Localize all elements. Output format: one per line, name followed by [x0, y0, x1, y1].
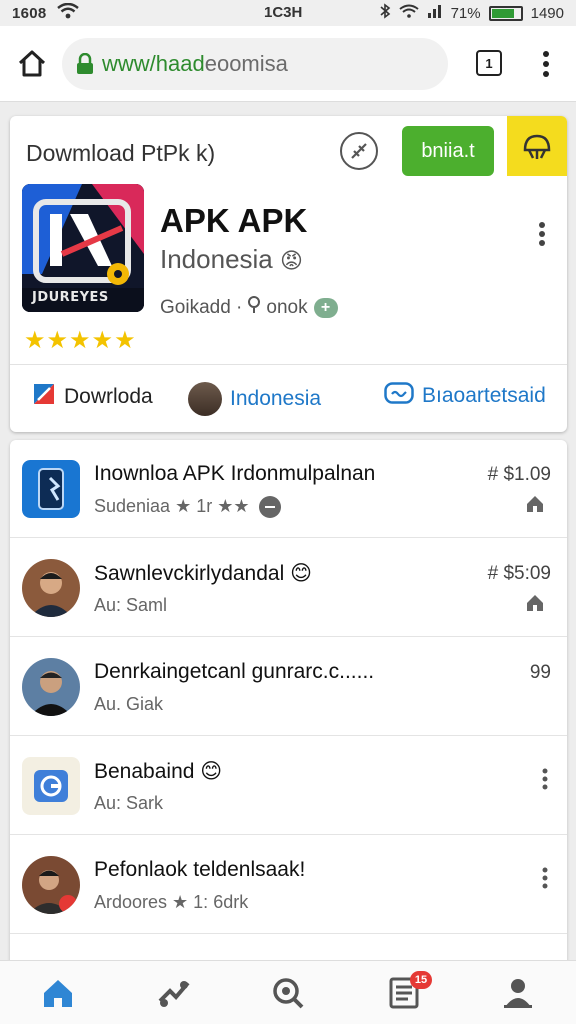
list-item[interactable]: Benabaind 😊 Au: Sark	[10, 737, 567, 835]
list-item-title: Pefonlaok teldenlsaak!	[94, 858, 306, 881]
cell-signal-icon	[427, 4, 443, 22]
message-icon	[384, 382, 414, 410]
url-path: eoomisa	[204, 51, 288, 76]
send-icon	[32, 382, 56, 412]
app-subtitle: Indonesia 😡	[160, 244, 303, 275]
wifi-signal-icon	[398, 4, 419, 22]
status-center-text: 1C3H	[264, 4, 303, 21]
list-item-title: Sawnlevckirlydandal 😊	[94, 562, 312, 585]
emoji-angry: 😡	[280, 248, 303, 273]
app-name: APK APK	[160, 202, 308, 239]
list-item[interactable]: Inownloa APK Irdonmulpalnan Sudeniaa ★ 1…	[10, 440, 567, 538]
list-item-title: Benabaind 😊	[94, 760, 223, 783]
phone-app-icon	[22, 460, 80, 518]
battery-percent: 71%	[450, 4, 481, 22]
rating-stars: ★★★★★	[24, 327, 137, 354]
house-icon	[525, 494, 545, 514]
app-list: Inownloa APK Irdonmulpalnan Sudeniaa ★ 1…	[10, 440, 567, 980]
card-more-icon[interactable]	[536, 220, 548, 248]
developer-label: Goikadd ·	[160, 297, 243, 318]
person-avatar	[22, 856, 80, 914]
notification-badge: 15	[410, 971, 432, 989]
list-item-subtitle: Au: Saml	[94, 595, 168, 615]
avatar	[188, 382, 222, 416]
list-item-subtitle-text: Sudeniaa ★ 1r ★★	[94, 496, 250, 516]
card-divider	[10, 364, 567, 365]
wifi-icon	[56, 2, 79, 23]
chip-download-label: Dowrloda	[64, 385, 153, 408]
chip-indonesia[interactable]: Indonesia	[188, 382, 321, 416]
minus-badge-icon	[258, 496, 281, 519]
share-icon[interactable]	[340, 132, 378, 170]
status-bar: 1608 1C3H 71% 1490	[0, 0, 576, 26]
email-app-icon	[22, 757, 80, 815]
meta-text-2: onok	[266, 297, 308, 318]
more-options-icon[interactable]	[541, 866, 549, 890]
app-subtitle-text: Indonesia	[160, 244, 273, 274]
account-icon[interactable]	[500, 975, 536, 1011]
url-domain: www/haad	[102, 51, 205, 76]
home-icon[interactable]	[40, 975, 76, 1011]
app-meta: Goikadd · onok +	[160, 296, 338, 320]
list-item-subtitle: Sudeniaa ★ 1r ★★	[94, 496, 281, 519]
list-item-subtitle: Au. Giak	[94, 694, 164, 714]
chip-download[interactable]: Dowrloda	[32, 382, 153, 412]
add-badge[interactable]: +	[313, 298, 338, 318]
list-item-price: # $1.09	[487, 464, 551, 485]
chip-message[interactable]: Bıaoartetsaid	[384, 382, 546, 410]
lock-icon	[76, 52, 96, 75]
apps-icon[interactable]	[156, 975, 192, 1011]
status-right-text: 1490	[530, 4, 564, 22]
list-item-title: Inownloa APK Irdonmulpalnan	[94, 462, 376, 485]
search-icon[interactable]	[270, 975, 306, 1011]
list-item[interactable]: Pefonlaok teldenlsaak! Ardoores ★ 1: 6dr…	[10, 836, 567, 934]
chip-indonesia-label: Indonesia	[230, 387, 322, 410]
list-item-price: # $5:09	[487, 563, 551, 584]
install-button[interactable]: bniia.t	[402, 126, 494, 176]
status-time: 1608	[12, 4, 47, 22]
app-logo: JDUREYES	[22, 184, 144, 312]
url-field[interactable]: www/haad eoomisa	[62, 38, 448, 90]
card-title: Dowmload PtPk k)	[26, 140, 216, 166]
list-item[interactable]: Denrkaingetcanl gunrarc.c...... Au. Giak…	[10, 638, 567, 736]
list-item-subtitle: Ardoores ★ 1: 6drk	[94, 892, 249, 912]
home-icon[interactable]	[16, 48, 48, 80]
list-item-price: 99	[529, 662, 551, 683]
person-avatar	[22, 559, 80, 617]
person-avatar	[22, 658, 80, 716]
list-item-subtitle: Au: Sark	[94, 793, 164, 813]
tabs-button[interactable]: 1	[476, 50, 502, 76]
more-options-icon[interactable]	[541, 767, 549, 791]
logo-caption: JDUREYES	[32, 290, 109, 305]
list-item-title: Denrkaingetcanl gunrarc.c......	[94, 660, 375, 683]
pin-icon	[248, 296, 261, 320]
bluetooth-icon	[379, 3, 391, 23]
list-item[interactable]: Sawnlevckirlydandal 😊 Au: Saml # $5:09	[10, 539, 567, 637]
notification-corner[interactable]	[507, 116, 567, 176]
house-icon	[525, 593, 545, 613]
overflow-menu-icon[interactable]	[536, 48, 556, 80]
chip-message-label: Bıaoartetsaid	[422, 384, 546, 407]
app-card: Dowmload PtPk k) bniia.t JDUREYES APK AP…	[10, 116, 567, 432]
battery-icon	[488, 5, 523, 21]
browser-toolbar: www/haad eoomisa 1	[0, 26, 576, 102]
bottom-nav: 15	[0, 960, 576, 1024]
